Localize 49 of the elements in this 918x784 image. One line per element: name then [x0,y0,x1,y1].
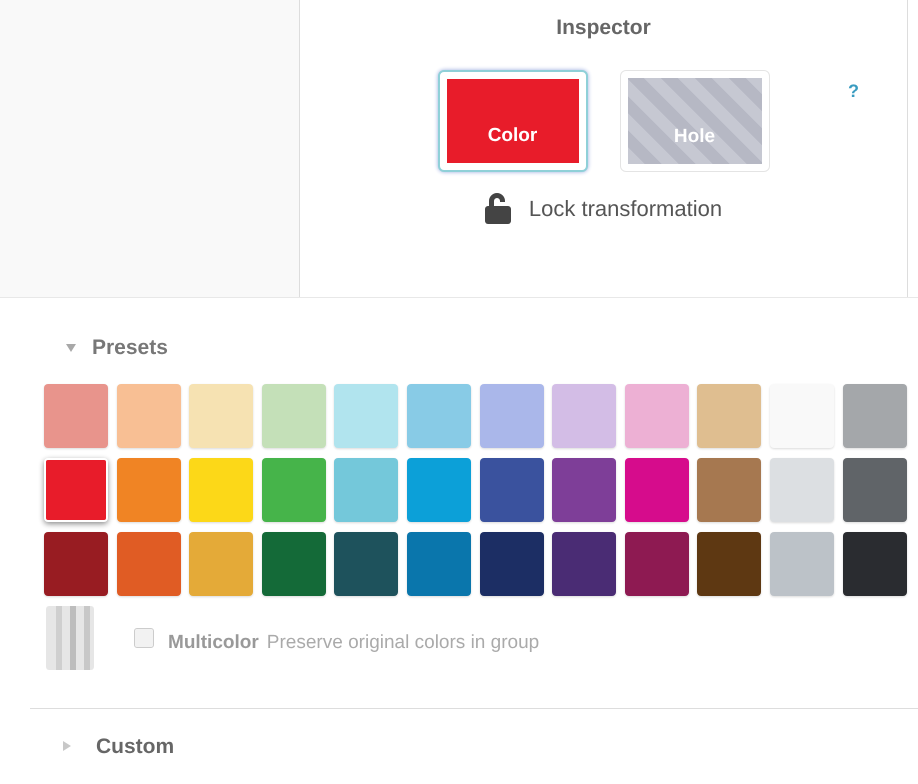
color-swatch[interactable] [624,532,689,596]
help-link[interactable]: ? [848,78,859,104]
color-swatch[interactable] [770,458,834,522]
collapse-caret-icon[interactable] [66,342,76,353]
color-swatch[interactable] [552,532,616,596]
section-title[interactable]: Presets [92,332,168,364]
color-swatch[interactable] [697,532,762,596]
color-swatch[interactable] [262,384,326,448]
mode-button[interactable]: Color [438,70,588,172]
multicolor-label: Multicolor [168,631,259,656]
color-swatch[interactable] [552,458,616,522]
color-swatch[interactable] [44,532,108,596]
color-swatch[interactable] [334,458,398,522]
color-swatch[interactable] [116,458,181,522]
color-swatch[interactable] [624,458,689,522]
color-swatch[interactable] [262,458,326,522]
color-swatch[interactable] [334,532,398,596]
color-swatch[interactable] [480,458,544,522]
color-swatch[interactable] [406,532,471,596]
color-swatch[interactable] [262,532,326,596]
color-swatch[interactable] [189,532,254,596]
color-swatch[interactable] [189,384,254,448]
color-swatch[interactable] [770,384,834,448]
color-swatch[interactable] [770,532,834,596]
color-swatch[interactable] [624,384,689,448]
section-title[interactable]: Custom [96,730,174,762]
color-swatch[interactable] [116,384,181,448]
color-swatch[interactable] [480,532,544,596]
color-swatch[interactable] [480,384,544,448]
padlock-icon[interactable] [484,192,511,224]
multicolor-description: Preserve original colors in group [266,631,540,656]
lock-label: Lock transformation [528,194,722,222]
color-swatch[interactable] [44,458,108,522]
color-swatch[interactable] [697,458,762,522]
color-swatch[interactable] [842,532,907,596]
color-swatch[interactable] [406,458,471,522]
color-swatch[interactable] [552,384,616,448]
multicolor-swatch-icon[interactable] [46,606,94,670]
color-swatch[interactable] [697,384,762,448]
color-swatch[interactable] [406,384,471,448]
color-swatch[interactable] [334,384,398,448]
color-swatch[interactable] [842,384,907,448]
expand-caret-icon[interactable] [62,741,72,752]
multicolor-checkbox[interactable] [134,628,154,648]
color-swatch[interactable] [842,458,907,522]
color-swatch[interactable] [189,458,254,522]
color-swatch[interactable] [116,532,181,596]
color-swatch[interactable] [44,384,108,448]
panel-title: Inspector [556,15,651,41]
